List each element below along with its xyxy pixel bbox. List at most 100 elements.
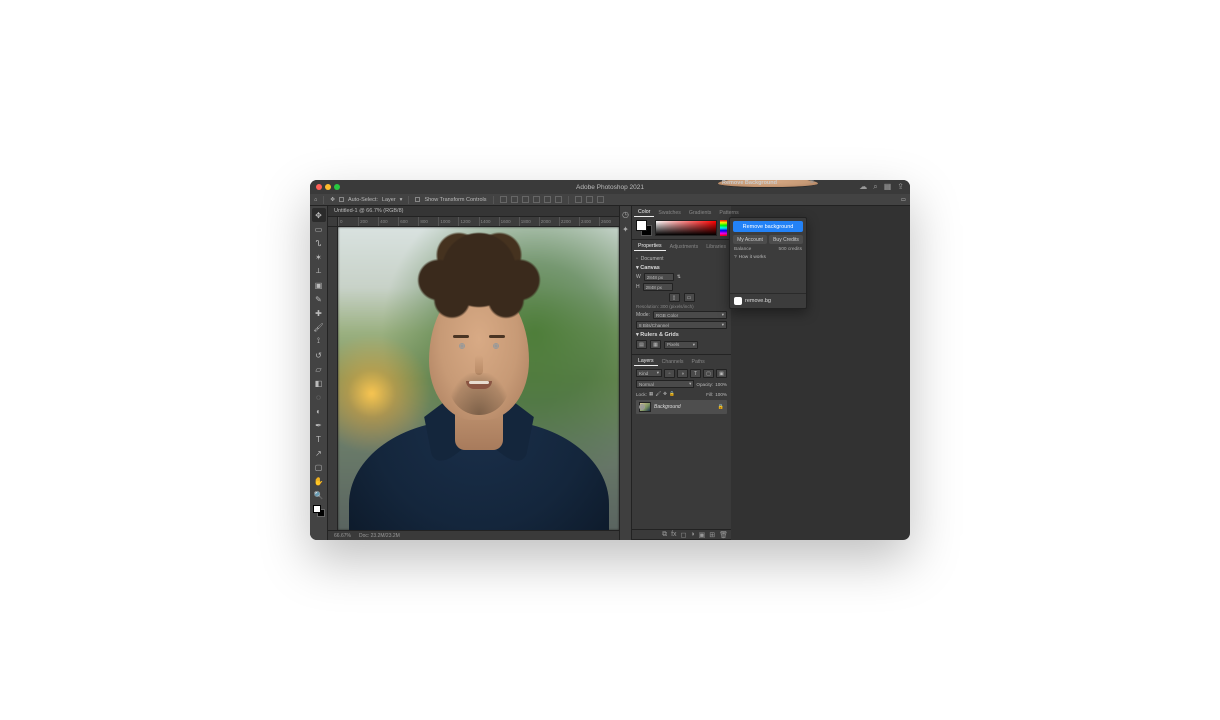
tab-swatches[interactable]: Swatches bbox=[654, 208, 685, 217]
align-icon-1[interactable] bbox=[500, 196, 507, 203]
canvas[interactable] bbox=[338, 227, 619, 530]
delete-layer-icon[interactable]: 🗑 bbox=[719, 531, 728, 539]
hand-tool[interactable]: ✋ bbox=[312, 474, 326, 488]
crop-tool[interactable]: ⟂ bbox=[312, 264, 326, 278]
adjustment-layer-icon[interactable]: ◑ bbox=[690, 531, 694, 538]
filter-type-icon[interactable]: T bbox=[690, 369, 701, 378]
shape-tool[interactable]: ▢ bbox=[312, 460, 326, 474]
width-field[interactable]: 2848 px bbox=[644, 273, 674, 281]
heal-tool[interactable]: ✚ bbox=[312, 306, 326, 320]
color-spectrum[interactable] bbox=[655, 220, 717, 236]
fill-value[interactable]: 100% bbox=[715, 392, 727, 397]
visibility-toggle[interactable] bbox=[639, 404, 645, 410]
group-icon[interactable]: ▣ bbox=[699, 531, 706, 539]
portrait-orient-button[interactable]: ▯ bbox=[669, 293, 680, 302]
blur-tool[interactable]: ◌ bbox=[312, 390, 326, 404]
align-icon-2[interactable] bbox=[511, 196, 518, 203]
tab-paths[interactable]: Paths bbox=[688, 357, 709, 366]
my-account-button[interactable]: My Account bbox=[733, 235, 767, 244]
fg-bg-swatch[interactable] bbox=[636, 220, 652, 236]
eyedropper-tool[interactable]: ✎ bbox=[312, 292, 326, 306]
height-field[interactable]: 2848 px bbox=[643, 283, 673, 291]
mode-dropdown[interactable]: RGB Color▾ bbox=[653, 311, 727, 319]
tab-layers[interactable]: Layers bbox=[634, 356, 658, 366]
filter-pixel-icon[interactable]: ▫ bbox=[664, 369, 675, 378]
kind-filter[interactable]: Kind▾ bbox=[636, 369, 662, 377]
wand-tool[interactable]: ✶ bbox=[312, 250, 326, 264]
align-icon-6[interactable] bbox=[555, 196, 562, 203]
zoom-tool[interactable]: 🔍 bbox=[312, 488, 326, 502]
show-transform-checkbox[interactable] bbox=[415, 197, 420, 202]
home-icon[interactable]: ⌂ bbox=[314, 197, 317, 203]
eraser-tool[interactable]: ▱ bbox=[312, 362, 326, 376]
cloud-icon[interactable]: ☁ bbox=[859, 182, 867, 192]
remove-background-button[interactable]: Remove background bbox=[733, 221, 803, 232]
tab-adjustments[interactable]: Adjustments bbox=[666, 242, 703, 251]
blend-mode-dropdown[interactable]: Normal▾ bbox=[636, 380, 694, 388]
how-it-works-link[interactable]: ? How it works bbox=[730, 255, 806, 263]
layer-name[interactable]: Background bbox=[654, 404, 681, 410]
marquee-tool[interactable]: ▭ bbox=[312, 222, 326, 236]
tab-patterns[interactable]: Patterns bbox=[715, 208, 742, 217]
dodge-tool[interactable]: ◐ bbox=[312, 404, 326, 418]
lasso-tool[interactable]: ᔐ bbox=[312, 236, 326, 250]
tab-channels[interactable]: Channels bbox=[658, 357, 688, 366]
distribute-icon-3[interactable] bbox=[597, 196, 604, 203]
remove-bg-panel[interactable]: Remove Background ≡ Remove background My… bbox=[729, 217, 807, 309]
tab-color[interactable]: Color bbox=[634, 207, 654, 217]
share-icon[interactable]: ⇪ bbox=[897, 182, 904, 192]
align-icon-4[interactable] bbox=[533, 196, 540, 203]
path-tool[interactable]: ↗ bbox=[312, 446, 326, 460]
distribute-icon-1[interactable] bbox=[575, 196, 582, 203]
tab-libraries[interactable]: Libraries bbox=[702, 242, 730, 251]
auto-select-dropdown[interactable]: Layer bbox=[382, 197, 396, 203]
opacity-value[interactable]: 100% bbox=[715, 382, 727, 387]
chevron-down-icon[interactable]: ▾ bbox=[400, 197, 403, 203]
align-icon-5[interactable] bbox=[544, 196, 551, 203]
canvas-header[interactable]: ▾ Canvas bbox=[636, 265, 727, 271]
search-icon[interactable]: ⌕ bbox=[873, 182, 877, 192]
distribute-icon-2[interactable] bbox=[586, 196, 593, 203]
lock-position-icon[interactable]: ✥ bbox=[663, 391, 667, 397]
lock-all-icon[interactable]: 🔒 bbox=[669, 391, 675, 397]
rulers-header[interactable]: ▾ Rulers & Grids bbox=[636, 332, 727, 338]
zoom-level[interactable]: 66.67% bbox=[334, 533, 351, 539]
move-tool[interactable]: ✥ bbox=[312, 208, 326, 222]
ruler-icon[interactable]: ▤ bbox=[636, 340, 647, 349]
layer-row[interactable]: Background 🔒 bbox=[636, 400, 727, 414]
document-tab[interactable]: Untitled-1 @ 66.7% (RGB/8) bbox=[328, 206, 619, 217]
layer-style-icon[interactable]: fx bbox=[671, 531, 676, 538]
brush-tool[interactable]: 🖌 bbox=[312, 320, 326, 334]
gradient-tool[interactable]: ◧ bbox=[312, 376, 326, 390]
history-brush-tool[interactable]: ↺ bbox=[312, 348, 326, 362]
frame-tool[interactable]: ▣ bbox=[312, 278, 326, 292]
landscape-orient-button[interactable]: ▭ bbox=[684, 293, 695, 302]
color-swatch[interactable] bbox=[313, 505, 325, 517]
depth-dropdown[interactable]: 8 Bits/Channel▾ bbox=[636, 321, 727, 329]
layer-mask-icon[interactable]: ◻ bbox=[681, 531, 687, 539]
link-layers-icon[interactable]: ⧉ bbox=[662, 531, 667, 539]
3d-mode-icon[interactable]: ▭ bbox=[901, 197, 906, 203]
type-tool[interactable]: T bbox=[312, 432, 326, 446]
filter-smart-icon[interactable]: ▣ bbox=[716, 369, 727, 378]
stamp-tool[interactable]: ⟟ bbox=[312, 334, 326, 348]
align-icon-3[interactable] bbox=[522, 196, 529, 203]
grid-icon[interactable]: ▦ bbox=[650, 340, 661, 349]
brushes-icon[interactable]: ✦ bbox=[622, 225, 629, 234]
hue-bar[interactable] bbox=[720, 220, 727, 236]
history-icon[interactable]: ◷ bbox=[622, 210, 629, 219]
pen-tool[interactable]: ✒ bbox=[312, 418, 326, 432]
auto-select-checkbox[interactable] bbox=[339, 197, 344, 202]
panel-menu-icon[interactable]: ≡ bbox=[810, 180, 814, 186]
lock-pixels-icon[interactable]: 🖌 bbox=[655, 391, 661, 397]
filter-shape-icon[interactable]: ▢ bbox=[703, 369, 714, 378]
buy-credits-button[interactable]: Buy Credits bbox=[769, 235, 803, 244]
units-dropdown[interactable]: Pixels▾ bbox=[664, 341, 698, 349]
link-icon[interactable]: ⇅ bbox=[677, 274, 681, 280]
new-layer-icon[interactable]: ⊞ bbox=[709, 531, 715, 539]
workspace-icon[interactable]: ▦ bbox=[884, 182, 892, 192]
tab-gradients[interactable]: Gradients bbox=[685, 208, 716, 217]
lock-transparency-icon[interactable]: ▦ bbox=[649, 391, 653, 397]
tab-properties[interactable]: Properties bbox=[634, 241, 666, 251]
filter-adjust-icon[interactable]: ◑ bbox=[677, 369, 688, 378]
